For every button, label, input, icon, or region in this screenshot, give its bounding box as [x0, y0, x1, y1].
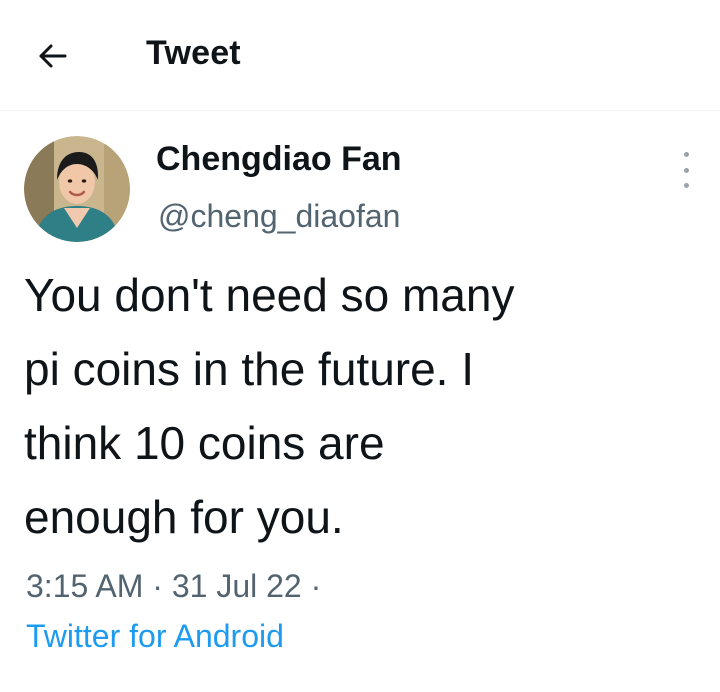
user-avatar	[24, 136, 130, 242]
meta-separator: ·	[152, 568, 163, 604]
avatar[interactable]	[24, 136, 130, 242]
page-title: Tweet	[146, 34, 241, 72]
more-dot-icon	[683, 183, 689, 188]
more-options-button[interactable]	[676, 152, 696, 188]
top-bar: Tweet	[0, 0, 720, 111]
more-dot-icon	[683, 167, 689, 173]
tweet-meta: 3:15 AM · 31 Jul 22 ·	[26, 568, 321, 605]
back-button[interactable]	[32, 36, 72, 76]
author-handle[interactable]: @cheng_diaofan	[158, 198, 400, 235]
tweet-date[interactable]: 31 Jul 22	[172, 568, 302, 604]
tweet-source-link[interactable]: Twitter for Android	[26, 618, 284, 655]
author-name[interactable]: Chengdiao Fan	[156, 140, 402, 179]
more-dot-icon	[683, 152, 689, 157]
arrow-left-icon	[39, 44, 67, 68]
tweet-time[interactable]: 3:15 AM	[26, 568, 143, 604]
tweet-text: You don't need so many pi coins in the f…	[24, 269, 515, 543]
meta-separator: ·	[310, 568, 322, 604]
